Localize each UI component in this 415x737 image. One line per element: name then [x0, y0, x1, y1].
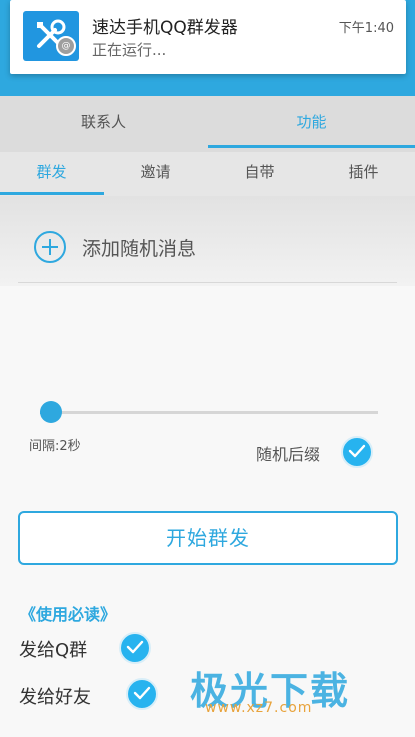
random-suffix-checkbox[interactable]: [341, 436, 373, 468]
plus-circle-icon: [34, 231, 66, 263]
notification-subtitle: 正在运行...: [92, 41, 167, 59]
add-random-message-label: 添加随机消息: [82, 238, 197, 260]
tab-mass-send[interactable]: 群发: [0, 152, 103, 196]
tab-plugins[interactable]: 插件: [312, 152, 415, 196]
notification-time: 下午1:40: [338, 21, 394, 36]
check-icon: [133, 686, 151, 700]
check-icon: [348, 444, 366, 458]
interval-slider-track[interactable]: [40, 411, 378, 414]
send-to-groups-checkbox[interactable]: [119, 632, 151, 664]
primary-tabs: 联系人 功能: [0, 96, 415, 152]
send-to-friends-label: 发给好友: [19, 687, 91, 708]
start-mass-send-button[interactable]: 开始群发: [18, 511, 398, 565]
secondary-tabs: 群发 邀请 自带 插件: [0, 152, 415, 196]
send-to-friends-checkbox[interactable]: [126, 678, 158, 710]
badge-icon: @: [56, 36, 76, 56]
random-suffix-label: 随机后缀: [256, 445, 321, 464]
notification-card[interactable]: @ 速达手机QQ群发器 正在运行... 下午1:40: [10, 0, 406, 74]
tab-functions[interactable]: 功能: [208, 96, 415, 152]
primary-tab-indicator: [208, 145, 415, 148]
secondary-tab-indicator: [0, 192, 104, 195]
tab-invite[interactable]: 邀请: [104, 152, 207, 196]
interval-label: 间隔:2秒: [29, 439, 81, 454]
tab-builtin[interactable]: 自带: [208, 152, 311, 196]
readme-link[interactable]: 《使用必读》: [20, 601, 116, 625]
divider: [18, 282, 397, 283]
watermark-url: www.xz7.com: [205, 700, 313, 716]
check-icon: [126, 640, 144, 654]
tab-contacts[interactable]: 联系人: [0, 96, 207, 152]
send-to-groups-label: 发给Q群: [19, 640, 88, 661]
notification-title: 速达手机QQ群发器: [92, 18, 238, 38]
